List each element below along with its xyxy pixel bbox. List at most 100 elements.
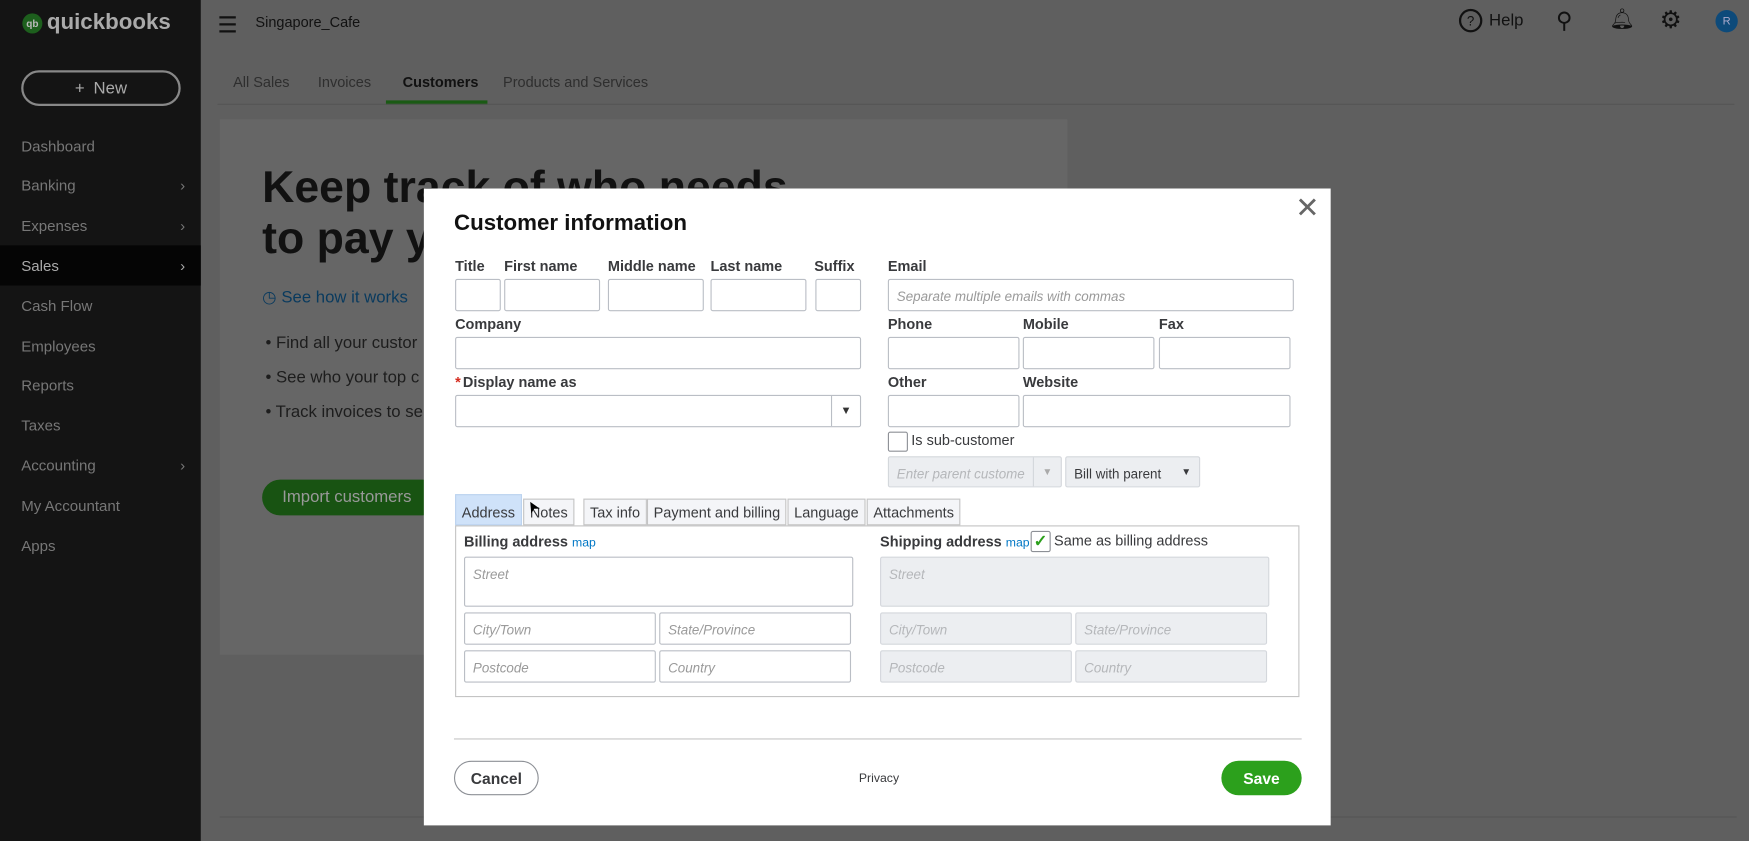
tab-payment-and-billing[interactable]: Payment and billing: [646, 498, 787, 526]
chevron-right-icon: ›: [180, 257, 186, 275]
other-label: Other: [887, 373, 927, 391]
suffix-label: Suffix: [814, 257, 855, 275]
new-button[interactable]: + New: [21, 70, 181, 106]
sidebar-item-taxes[interactable]: Taxes: [0, 406, 201, 446]
billing-address-label: Billing address map: [464, 533, 596, 550]
sub-customer-checkbox[interactable]: [887, 431, 908, 452]
privacy-link[interactable]: Privacy: [859, 772, 899, 785]
same-as-billing-checkbox[interactable]: ✓: [1030, 530, 1051, 553]
sidebar-item-sales[interactable]: Sales ›: [0, 245, 201, 286]
tab-language[interactable]: Language: [787, 498, 866, 526]
mobile-label: Mobile: [1022, 315, 1069, 333]
sidebar-item-label: My Accountant: [21, 497, 120, 514]
sidebar-item-label: Expenses: [21, 217, 88, 235]
footer-divider: [453, 738, 1302, 740]
sidebar-item-label: Taxes: [21, 417, 61, 434]
sidebar-item-accounting[interactable]: Accounting ›: [0, 445, 201, 485]
sidebar-item-apps[interactable]: Apps: [0, 525, 201, 565]
shipping-map-link[interactable]: map: [1006, 537, 1030, 550]
middle-name-label: Middle name: [607, 257, 696, 275]
dropdown-arrow-icon[interactable]: ▼: [830, 395, 860, 427]
phone-label: Phone: [887, 315, 933, 333]
sidebar-item-banking[interactable]: Banking ›: [0, 166, 201, 206]
shipping-country-input[interactable]: Country: [1075, 650, 1268, 683]
divider: [217, 103, 1735, 105]
sidebar-item-dashboard[interactable]: Dashboard: [0, 126, 201, 166]
sidebar-item-expenses[interactable]: Expenses ›: [0, 206, 201, 246]
dialog-title: Customer information: [453, 210, 687, 236]
bullet-item: • Track invoices to se: [265, 402, 423, 422]
chevron-right-icon: ›: [180, 217, 186, 235]
website-label: Website: [1022, 373, 1079, 391]
shipping-postcode-input[interactable]: Postcode: [880, 650, 1072, 683]
hamburger-menu-icon[interactable]: ☰: [218, 11, 238, 39]
close-icon[interactable]: ✕: [1295, 191, 1319, 226]
billing-country-input[interactable]: Country: [659, 650, 852, 683]
title-label: Title: [455, 257, 485, 275]
bell-icon[interactable]: 🔔︎: [1610, 8, 1635, 31]
sidebar-item-label: Banking: [21, 177, 76, 195]
see-how-link[interactable]: ◷ See how it works: [262, 287, 408, 307]
billing-map-link[interactable]: map: [572, 537, 596, 550]
gear-icon[interactable]: ⚙: [1660, 6, 1682, 35]
mobile-input[interactable]: [1022, 336, 1155, 370]
first-name-input[interactable]: [504, 278, 601, 312]
save-button[interactable]: Save: [1221, 760, 1302, 796]
tab-tax-info[interactable]: Tax info: [583, 498, 647, 526]
sidebar-item-label: Dashboard: [21, 137, 95, 155]
phone-input[interactable]: [887, 336, 1020, 370]
help-button[interactable]: ? Help: [1458, 8, 1523, 33]
first-name-label: First name: [504, 257, 578, 275]
email-label: Email: [887, 257, 927, 275]
sidebar-item-reports[interactable]: Reports: [0, 366, 201, 406]
sidebar-item-employees[interactable]: Employees: [0, 326, 201, 366]
chevron-right-icon: ›: [180, 457, 186, 474]
required-asterisk: *: [455, 373, 461, 391]
email-input[interactable]: Separate multiple emails with commas: [887, 278, 1294, 312]
chevron-right-icon: ›: [180, 177, 186, 195]
tab-address[interactable]: Address: [455, 494, 522, 526]
last-name-input[interactable]: [710, 278, 807, 312]
company-input[interactable]: [455, 336, 862, 370]
billing-postcode-input[interactable]: Postcode: [464, 650, 656, 683]
shipping-city-input[interactable]: City/Town: [880, 612, 1072, 645]
billing-street-input[interactable]: Street: [464, 556, 854, 607]
middle-name-input[interactable]: [607, 278, 704, 312]
tab-customers[interactable]: Customers: [403, 74, 479, 91]
dropdown-arrow-icon: ▼: [1181, 466, 1192, 478]
company-name: Singapore_Cafe: [255, 13, 361, 31]
tab-invoices[interactable]: Invoices: [318, 74, 371, 91]
sidebar-item-label: Cash Flow: [21, 297, 93, 315]
bill-with-parent-select[interactable]: Bill with parent ▼: [1065, 456, 1201, 488]
fax-input[interactable]: [1158, 336, 1291, 370]
tab-attachments[interactable]: Attachments: [866, 498, 961, 526]
new-label: New: [93, 78, 128, 98]
sidebar-item-my-accountant[interactable]: My Accountant: [0, 485, 201, 525]
avatar[interactable]: R: [1715, 10, 1738, 33]
plus-icon: +: [74, 78, 85, 98]
tab-all-sales[interactable]: All Sales: [233, 74, 289, 91]
billing-city-input[interactable]: City/Town: [464, 612, 656, 645]
import-customers-button[interactable]: Import customers: [262, 479, 441, 516]
shipping-address-label: Shipping address map: [880, 533, 1030, 550]
shipping-state-input[interactable]: State/Province: [1075, 612, 1268, 645]
help-icon: ?: [1458, 8, 1483, 33]
other-input[interactable]: [887, 394, 1020, 428]
bill-with-parent-value: Bill with parent: [1074, 466, 1162, 482]
sidebar-item-label: Accounting: [21, 457, 96, 474]
quickbooks-logo[interactable]: qb quickbooks: [22, 10, 171, 36]
shipping-street-input[interactable]: Street: [880, 556, 1270, 607]
tab-products-services[interactable]: Products and Services: [503, 74, 648, 91]
display-name-select[interactable]: [455, 394, 862, 428]
title-input[interactable]: [455, 278, 501, 312]
qb-logo-icon: qb: [22, 12, 43, 33]
last-name-label: Last name: [710, 257, 783, 275]
suffix-input[interactable]: [815, 278, 862, 312]
billing-state-input[interactable]: State/Province: [659, 612, 852, 645]
website-input[interactable]: [1022, 394, 1291, 428]
search-icon[interactable]: ⚲: [1556, 7, 1572, 35]
display-name-label: Display name as: [462, 373, 577, 391]
cancel-button[interactable]: Cancel: [453, 760, 539, 796]
fax-label: Fax: [1158, 315, 1184, 333]
sidebar-item-cash-flow[interactable]: Cash Flow: [0, 286, 201, 326]
